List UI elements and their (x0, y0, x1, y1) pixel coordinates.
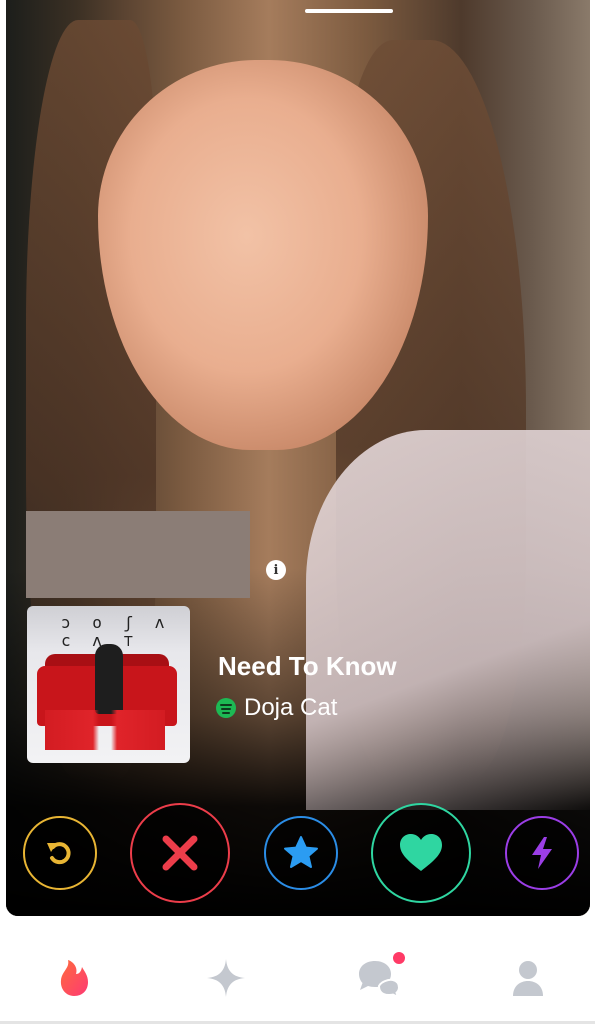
spotify-icon (216, 698, 236, 718)
anthem-artist-row: Doja Cat (216, 694, 337, 722)
nav-item-swipe[interactable] (46, 950, 102, 1006)
info-icon[interactable]: i (266, 560, 286, 580)
nav-item-explore[interactable] (198, 950, 254, 1006)
boost-button[interactable] (505, 816, 579, 890)
album-art[interactable]: ɔ o ʃ ʌc ʌ ⊤ (27, 606, 190, 763)
person-icon (513, 961, 543, 996)
profile-card[interactable] (6, 0, 590, 916)
chat-bubbles-icon (359, 961, 401, 998)
profile-photo-shirt (306, 430, 590, 810)
heart-icon (400, 834, 442, 871)
flame-icon (60, 960, 88, 996)
photo-indicator-bar (305, 9, 393, 13)
bottom-nav (0, 930, 595, 1024)
anthem-song-title[interactable]: Need To Know (218, 651, 397, 682)
nav-item-profile[interactable] (500, 950, 556, 1006)
star-icon (284, 836, 318, 868)
album-art-figure (95, 644, 123, 714)
lightning-icon (532, 837, 552, 869)
rewind-button[interactable] (23, 816, 97, 890)
redacted-name-block (26, 511, 250, 598)
nope-button[interactable] (130, 803, 230, 903)
messages-notification-badge (393, 952, 405, 964)
album-art-legs (45, 710, 165, 750)
super-like-button[interactable] (264, 816, 338, 890)
rewind-icon (47, 842, 71, 865)
sparkle-icon (207, 959, 245, 997)
anthem-artist-name: Doja Cat (244, 694, 338, 721)
like-button[interactable] (371, 803, 471, 903)
x-icon (162, 835, 198, 871)
